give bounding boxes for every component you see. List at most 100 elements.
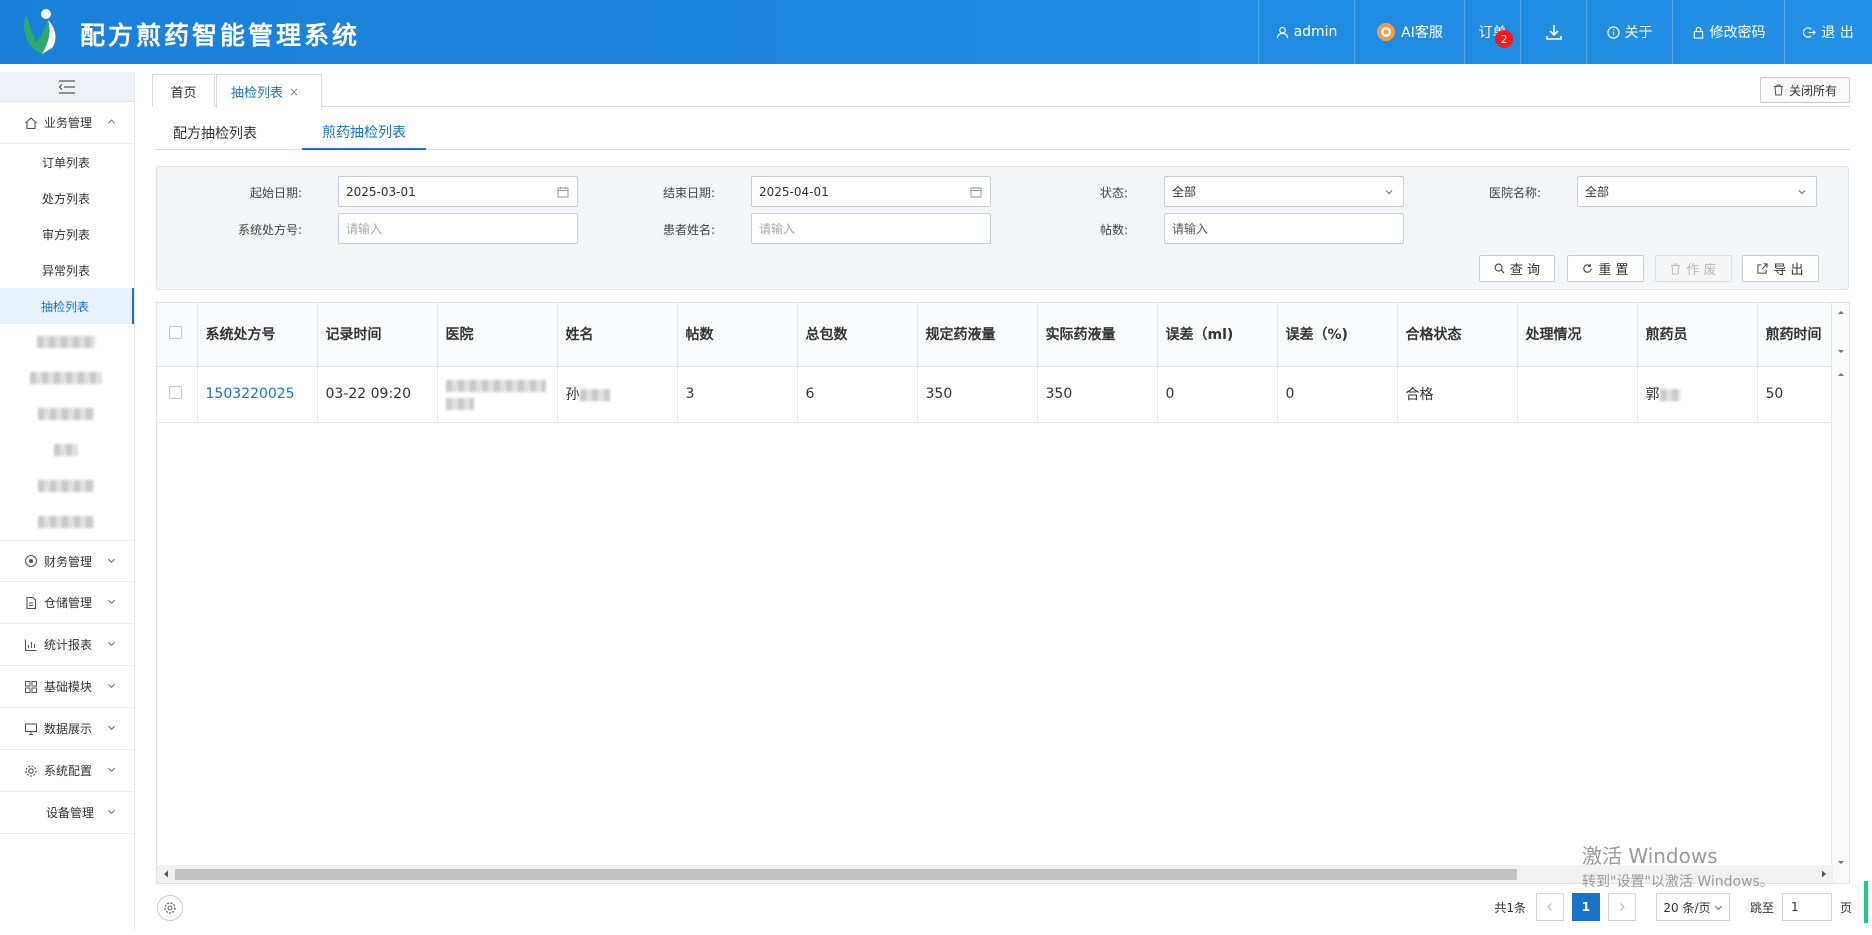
gear-icon [25,764,37,777]
void-button[interactable]: 作 废 [1655,255,1732,282]
sidebar-item-exceptions[interactable]: 异常列表 [0,252,134,288]
tab-label: 抽检列表 [231,86,284,101]
hospital-value: 全部 [1585,185,1610,199]
change-password-button[interactable]: 修改密码 [1672,0,1784,64]
subtab-decoction-sampling[interactable]: 煎药抽检列表 [302,116,426,150]
next-page-button[interactable] [1607,893,1636,921]
vertical-scrollbar[interactable] [1831,303,1849,883]
reset-button[interactable]: 重 置 [1567,255,1644,282]
sidebar-item-redacted-3[interactable] [0,396,134,432]
column-header[interactable]: 实际药液量 [1037,303,1158,367]
ai-service-button[interactable]: AI客服 [1354,0,1464,64]
column-header[interactable]: 姓名 [557,303,678,367]
subtab-formula-sampling[interactable]: 配方抽检列表 [155,116,275,150]
sidebar-item-redacted-6[interactable] [0,504,134,540]
scroll-up-icon[interactable] [1832,305,1850,319]
sidebar-item-redacted-1[interactable] [0,324,134,360]
logout-icon [1803,26,1817,38]
sidebar-item-review[interactable]: 审方列表 [0,216,134,252]
column-header[interactable]: 处理情况 [1517,303,1638,367]
sidebar-item-prescriptions[interactable]: 处方列表 [0,180,134,216]
jump-page-input[interactable]: 1 [1781,893,1832,921]
sidebar-group-business[interactable]: 业务管理 [0,102,134,144]
patient-name-label: 患者姓名: [662,223,715,237]
user-menu[interactable]: admin [1258,0,1354,64]
column-header[interactable]: 医院 [437,303,558,367]
download-icon [1545,25,1562,40]
column-header[interactable]: 系统处方号 [197,303,318,367]
column-header[interactable]: 合格状态 [1397,303,1518,367]
rx-no-input[interactable]: 请输入 [338,213,578,244]
close-all-tabs-button[interactable]: 关闭所有 [1759,77,1850,103]
table-row[interactable]: 1503220025 03-22 09:20 孙 3 6 350 350 0 0… [157,366,1833,423]
rx-no-cell: 1503220025 [197,366,318,423]
start-date-input[interactable]: 2025-03-01 [338,176,578,207]
sidebar-collapse-toggle[interactable] [0,72,134,102]
search-icon [1494,263,1505,274]
gear-icon [164,902,176,914]
column-header[interactable]: 煎药员 [1637,303,1758,367]
column-header[interactable]: 帖数 [677,303,798,367]
sidebar-group-system-config[interactable]: 系统配置 [0,750,134,792]
end-date-input[interactable]: 2025-04-01 [751,176,991,207]
sidebar-item-redacted-4[interactable] [0,432,134,468]
close-icon[interactable]: × [289,85,299,99]
logout-button[interactable]: 退 出 [1784,0,1872,64]
sidebar-group-data-display[interactable]: 数据展示 [0,708,134,750]
tab-sampling-list[interactable]: 抽检列表 × [216,74,322,108]
start-date-value: 2025-03-01 [346,184,416,199]
app-title: 配方煎药智能管理系统 [80,21,361,50]
sidebar-item-redacted-5[interactable] [0,468,134,504]
select-all-cell [157,303,198,367]
hospital-select[interactable]: 全部 [1577,176,1817,207]
export-button[interactable]: 导 出 [1742,255,1819,282]
about-button[interactable]: 关于 [1586,0,1672,64]
column-header[interactable]: 记录时间 [317,303,438,367]
watermark-title: 激活 Windows [1582,844,1718,868]
orders-button[interactable]: 订单 2 [1464,0,1520,64]
page-size-value: 20 条/页 [1663,900,1711,915]
scroll-down-icon[interactable] [1832,856,1850,870]
end-date-label: 结束日期: [662,186,715,200]
column-header[interactable]: 误差（%) [1277,303,1398,367]
sidebar-item-redacted-2[interactable] [0,360,134,396]
rx-no-link[interactable]: 1503220025 [206,386,295,402]
scroll-left-icon[interactable] [159,865,173,883]
patient-name-input[interactable]: 请输入 [751,213,991,244]
row-checkbox[interactable] [169,385,182,399]
sidebar-group-finance[interactable]: 财务管理 [0,540,134,582]
select-all-checkbox[interactable] [169,325,182,339]
scroll-thumb[interactable] [175,869,1517,880]
error-pct-cell: 0 [1277,366,1398,423]
about-label: 关于 [1624,25,1653,41]
sidebar-group-modules[interactable]: 基础模块 [0,666,134,708]
table-settings-button[interactable] [157,895,183,921]
close-all-label: 关闭所有 [1788,83,1837,98]
prev-page-button[interactable] [1535,893,1564,921]
doses-input[interactable]: 请输入 [1164,213,1404,244]
tab-home[interactable]: 首页 [152,74,215,107]
status-select[interactable]: 全部 [1164,176,1404,207]
scroll-down-icon[interactable] [1832,345,1850,359]
column-header[interactable]: 规定药液量 [917,303,1038,367]
void-label: 作 废 [1686,263,1717,278]
column-header[interactable]: 煎药时间 [1757,303,1833,367]
sidebar-item-orders[interactable]: 订单列表 [0,144,134,180]
scroll-right-icon[interactable] [1817,865,1831,883]
change-password-label: 修改密码 [1709,25,1766,41]
sidebar-item-sampling[interactable]: 抽检列表 [0,288,134,324]
staff-prefix: 郭 [1645,387,1660,403]
sidebar-group-storage[interactable]: 仓储管理 [0,582,134,624]
column-header[interactable]: 误差（ml) [1157,303,1278,367]
sub-tab-bar: 配方抽检列表 煎药抽检列表 [155,116,1850,150]
sidebar-group-devices[interactable]: 设备管理 [0,792,134,834]
search-button[interactable]: 查 询 [1479,255,1555,282]
app-header: 配方煎药智能管理系统 admin AI客服 订单 2 关于 修改密码 退 出 [0,0,1872,64]
page-size-select[interactable]: 20 条/页 [1655,893,1730,921]
download-button[interactable] [1520,0,1586,64]
page-button-current[interactable]: 1 [1571,893,1600,921]
scroll-up-icon[interactable] [1832,367,1850,381]
column-header[interactable]: 总包数 [797,303,918,367]
sidebar-group-reports[interactable]: 统计报表 [0,624,134,666]
decoction-staff-cell: 郭 [1637,366,1758,423]
